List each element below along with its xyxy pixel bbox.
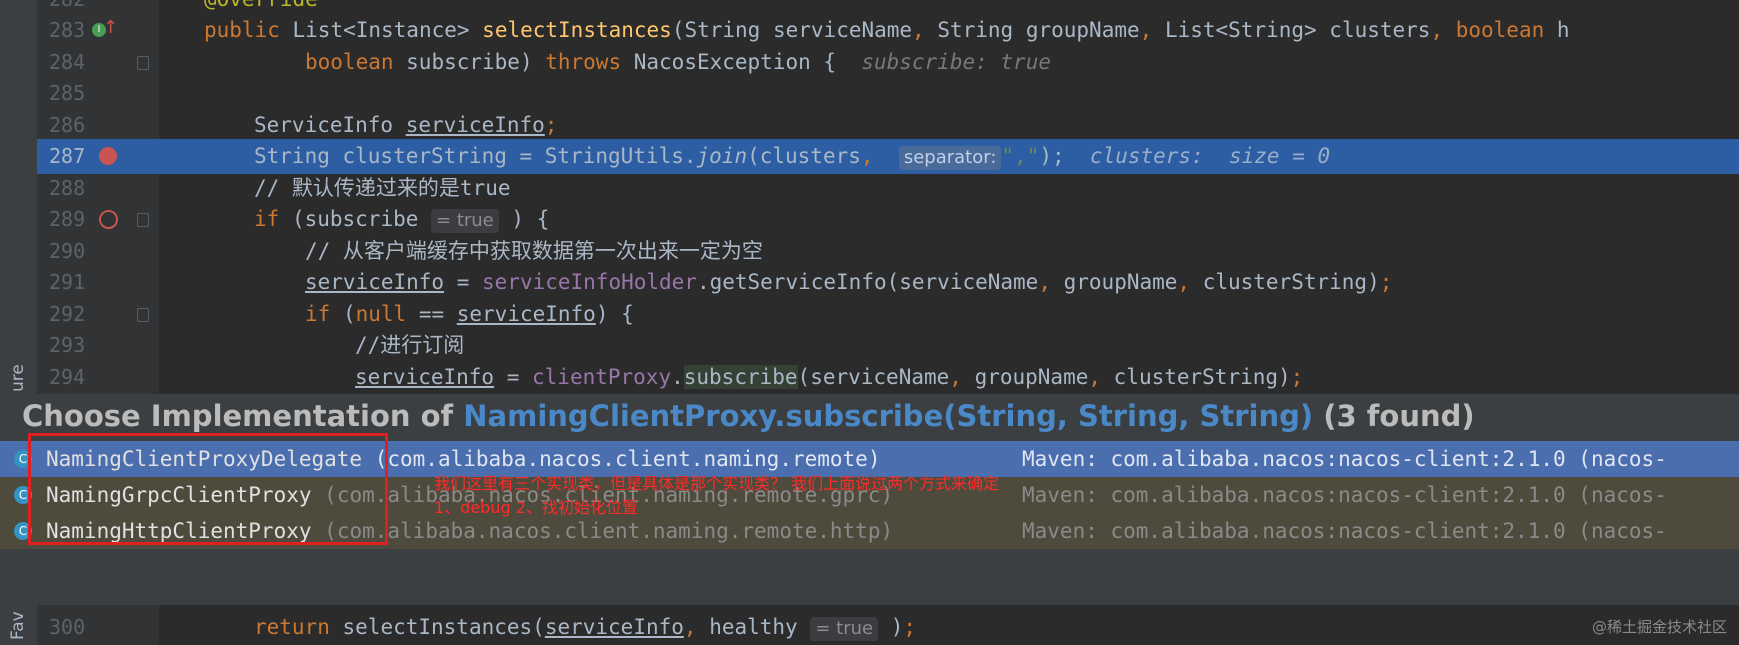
code-line: 290 // 从客户端缓存中获取数据第一次出来一定为空 xyxy=(37,234,1739,269)
breakpoint-icon[interactable] xyxy=(99,210,118,229)
line-number: 286 xyxy=(49,113,86,137)
watermark: @稀土掘金技术社区 xyxy=(1591,618,1727,636)
package-name: (com.alibaba.nacos.client.naming.remote) xyxy=(374,447,881,471)
annotation-note: 1、debug 2、找初始化位置 xyxy=(434,498,638,517)
parameter-hint: separator: xyxy=(898,146,1002,170)
code-text: serviceInfo = clientProxy.subscribe(serv… xyxy=(355,365,1304,389)
line-number: 292 xyxy=(49,302,86,326)
breakpoint-hit-icon[interactable] xyxy=(99,147,117,165)
code-text: boolean subscribe) throws NacosException… xyxy=(305,50,1051,74)
annotation-note: 我们这里有三个实现类，但是具体是那个实现类？ 我们上面说过两个方式来确定 xyxy=(434,474,1000,493)
maven-source: Maven: com.alibaba.nacos:nacos-client:2.… xyxy=(1022,519,1667,543)
code-line: 288 // 默认传递过来的是true xyxy=(37,171,1739,206)
code-line: 300 return selectInstances(serviceInfo, … xyxy=(37,610,1739,645)
code-text: if (subscribe = true ) { xyxy=(254,207,550,233)
maven-source: Maven: com.alibaba.nacos:nacos-client:2.… xyxy=(1022,483,1667,507)
fold-icon[interactable] xyxy=(137,213,149,227)
code-comment: //进行订阅 xyxy=(355,333,465,357)
popup-title: Choose Implementation of NamingClientPro… xyxy=(22,399,1475,433)
line-number: 288 xyxy=(49,176,86,200)
line-number: 285 xyxy=(49,81,86,105)
code-line: 286 ServiceInfo serviceInfo; xyxy=(37,108,1739,143)
line-number: 289 xyxy=(49,207,86,231)
code-text: public List<Instance> selectInstances(St… xyxy=(204,18,1570,42)
debug-value-hint: clusters: size = 0 xyxy=(1089,144,1331,168)
code-line: 294 serviceInfo = clientProxy.subscribe(… xyxy=(37,360,1739,395)
fold-icon[interactable] xyxy=(137,308,149,322)
package-name: (com.alibaba.nacos.client.naming.remote.… xyxy=(324,519,894,543)
line-number: 283 xyxy=(49,18,86,42)
code-text: String clusterString = StringUtils.join(… xyxy=(254,144,1331,170)
code-line: 289 if (subscribe = true ) { xyxy=(37,202,1739,237)
line-number: 284 xyxy=(49,50,86,74)
code-line: 292 if (null == serviceInfo) { xyxy=(37,297,1739,332)
code-text: if (null == serviceInfo) { xyxy=(305,302,634,326)
line-number: 291 xyxy=(49,270,86,294)
code-comment: // 默认传递过来的是true xyxy=(254,176,511,200)
line-number: 287 xyxy=(49,144,86,168)
line-number: 300 xyxy=(49,615,86,639)
code-text: return selectInstances(serviceInfo, heal… xyxy=(254,615,917,641)
code-line: 284 boolean subscribe) throws NacosExcep… xyxy=(37,45,1739,80)
inline-value-hint: = true xyxy=(431,209,499,233)
annotation-highlight-box xyxy=(28,433,388,545)
code-text: serviceInfo = serviceInfoHolder.getServi… xyxy=(305,270,1393,294)
favorites-tab[interactable]: Fav xyxy=(8,611,28,640)
inline-value-hint: = true xyxy=(810,617,879,641)
code-line: 291 serviceInfo = serviceInfoHolder.getS… xyxy=(37,265,1739,300)
code-comment: // 从客户端缓存中获取数据第一次出来一定为空 xyxy=(305,239,763,263)
fold-icon[interactable] xyxy=(137,56,149,70)
override-arrow-icon[interactable]: ↑ xyxy=(103,17,118,38)
line-number: 290 xyxy=(49,239,86,263)
code-line: 285 xyxy=(37,76,1739,111)
structure-tab[interactable]: ure xyxy=(8,364,28,392)
code-line: 283 I ↑ public List<Instance> selectInst… xyxy=(37,13,1739,48)
method-link[interactable]: NamingClientProxy.subscribe(String, Stri… xyxy=(463,399,1313,433)
code-text: ServiceInfo serviceInfo; xyxy=(254,113,558,137)
line-number: 293 xyxy=(49,333,86,357)
maven-source: Maven: com.alibaba.nacos:nacos-client:2.… xyxy=(1022,447,1667,471)
code-line: 293 //进行订阅 xyxy=(37,328,1739,363)
line-number: 294 xyxy=(49,365,86,389)
current-execution-line: 287 String clusterString = StringUtils.j… xyxy=(37,139,1739,174)
